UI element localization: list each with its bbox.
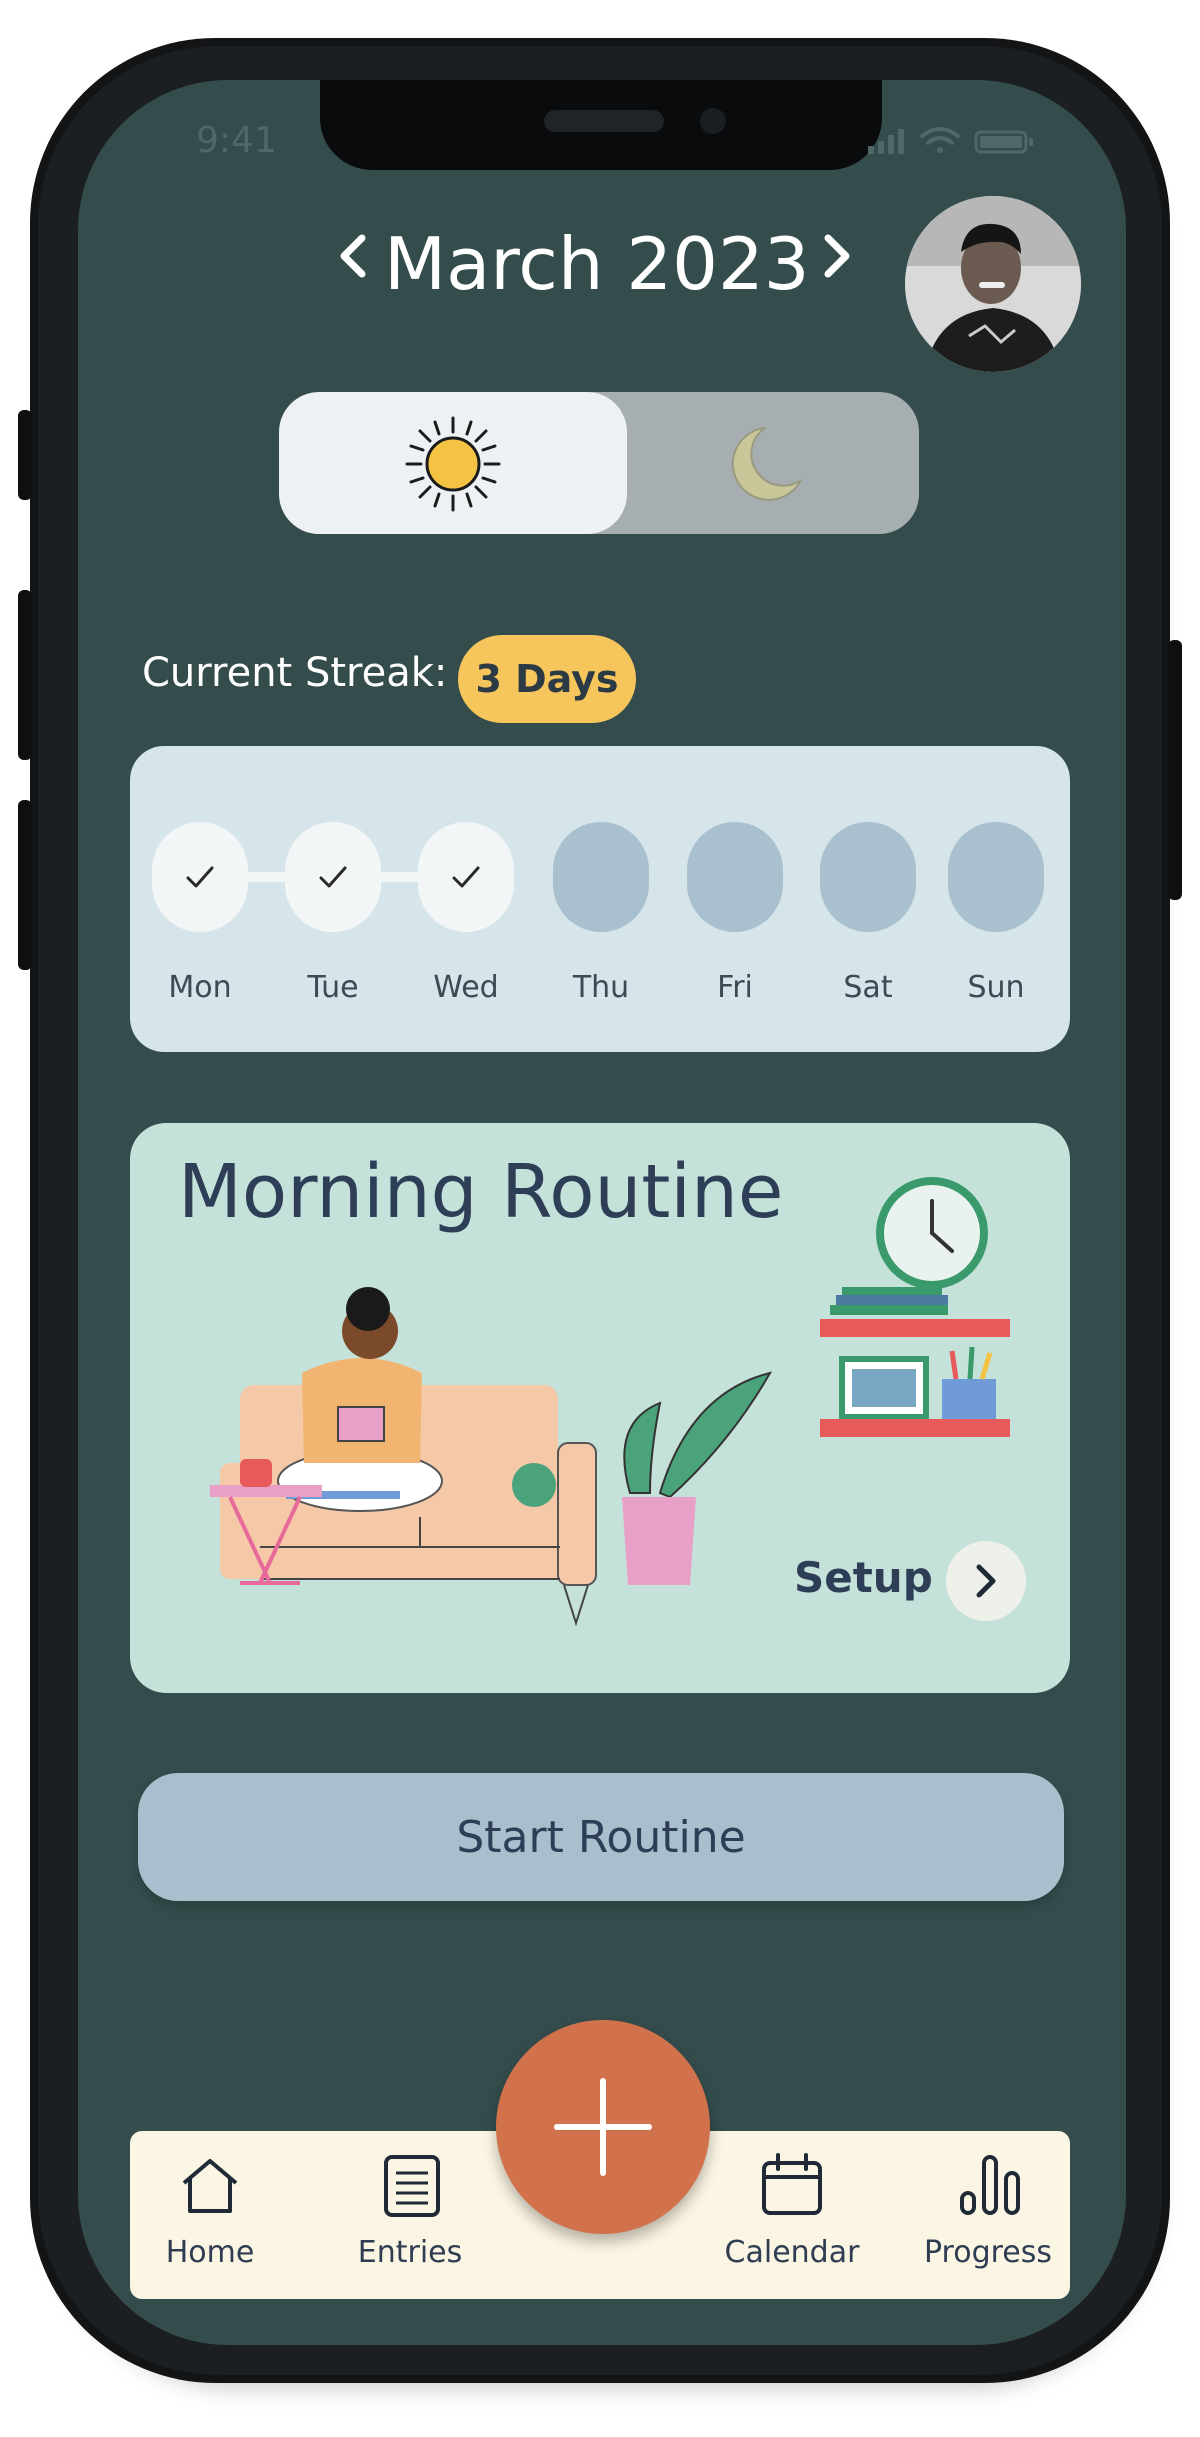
avatar[interactable] bbox=[905, 196, 1081, 372]
streak-badge: 3 Days bbox=[458, 635, 636, 723]
tab-label: Home bbox=[165, 2235, 255, 2270]
signal-icon bbox=[868, 129, 904, 154]
prev-month-button[interactable] bbox=[336, 228, 370, 288]
day-indicator-tue[interactable] bbox=[285, 822, 381, 932]
profile-photo bbox=[905, 196, 1081, 372]
day-label: Sun bbox=[967, 970, 1025, 1005]
check-icon bbox=[319, 866, 347, 888]
morning-routine-card[interactable]: Morning Routine Setup bbox=[130, 1123, 1070, 1693]
day-option[interactable] bbox=[279, 392, 627, 534]
day-label: Tue bbox=[307, 970, 359, 1005]
day-indicator-fri[interactable] bbox=[687, 822, 783, 932]
day-indicator-wed[interactable] bbox=[418, 822, 514, 932]
speaker bbox=[544, 110, 664, 132]
chevron-left-icon bbox=[340, 234, 366, 278]
app-screen: 9:41 March 2023 Current Streak: 3 Days M… bbox=[78, 80, 1126, 2345]
shelf-icon bbox=[820, 1287, 1010, 1437]
day-indicator-sun[interactable] bbox=[948, 822, 1044, 932]
plant-icon bbox=[622, 1371, 773, 1585]
day-label: Wed bbox=[433, 970, 499, 1005]
day-label: Mon bbox=[168, 970, 232, 1005]
setup-label[interactable]: Setup bbox=[794, 1553, 933, 1602]
tab-entries[interactable]: Entries bbox=[330, 2131, 490, 2299]
clock-icon bbox=[876, 1177, 988, 1289]
week-streak-card: Mon Tue Wed Thu Fri Sat Sun bbox=[130, 746, 1070, 1052]
calendar-icon bbox=[762, 2153, 822, 2215]
sun-icon bbox=[405, 416, 501, 512]
document-icon bbox=[384, 2155, 440, 2217]
camera bbox=[700, 108, 726, 134]
notch bbox=[320, 80, 882, 170]
next-month-button[interactable] bbox=[820, 228, 854, 288]
check-icon bbox=[186, 866, 214, 888]
day-indicator-sat[interactable] bbox=[820, 822, 916, 932]
bar-chart-icon bbox=[960, 2155, 1020, 2215]
tab-label: Entries bbox=[357, 2235, 463, 2270]
night-option[interactable] bbox=[627, 392, 919, 534]
day-night-toggle[interactable] bbox=[279, 392, 919, 534]
side-button bbox=[18, 410, 32, 500]
tab-calendar[interactable]: Calendar bbox=[712, 2131, 872, 2299]
side-button bbox=[18, 800, 32, 970]
chevron-right-icon bbox=[976, 1564, 996, 1598]
status-icons bbox=[868, 127, 1033, 154]
streak-label: Current Streak: bbox=[142, 650, 448, 696]
day-indicator-mon[interactable] bbox=[152, 822, 248, 932]
person-reading-icon bbox=[277, 1287, 443, 1512]
tab-home[interactable]: Home bbox=[130, 2131, 290, 2299]
battery-icon bbox=[974, 130, 1033, 154]
chevron-right-icon bbox=[824, 234, 850, 278]
day-indicator-thu[interactable] bbox=[553, 822, 649, 932]
day-label: Thu bbox=[572, 970, 630, 1005]
month-title: March 2023 bbox=[384, 222, 810, 306]
wifi-icon bbox=[920, 127, 960, 153]
tab-progress[interactable]: Progress bbox=[906, 2131, 1070, 2299]
setup-button[interactable] bbox=[946, 1541, 1026, 1621]
side-button bbox=[18, 590, 32, 760]
routine-illustration bbox=[210, 1177, 1010, 1627]
home-icon bbox=[182, 2159, 238, 2213]
moon-icon bbox=[731, 427, 802, 501]
day-label: Sat bbox=[843, 970, 893, 1005]
plus-icon bbox=[554, 2078, 652, 2176]
start-routine-button[interactable]: Start Routine bbox=[138, 1773, 1064, 1901]
add-entry-button[interactable] bbox=[496, 2020, 710, 2234]
status-time: 9:41 bbox=[196, 120, 277, 161]
check-icon bbox=[452, 866, 480, 888]
tab-label: Progress bbox=[923, 2235, 1053, 2270]
day-label: Fri bbox=[717, 970, 753, 1005]
tab-label: Calendar bbox=[724, 2235, 860, 2270]
side-button bbox=[1168, 640, 1182, 900]
